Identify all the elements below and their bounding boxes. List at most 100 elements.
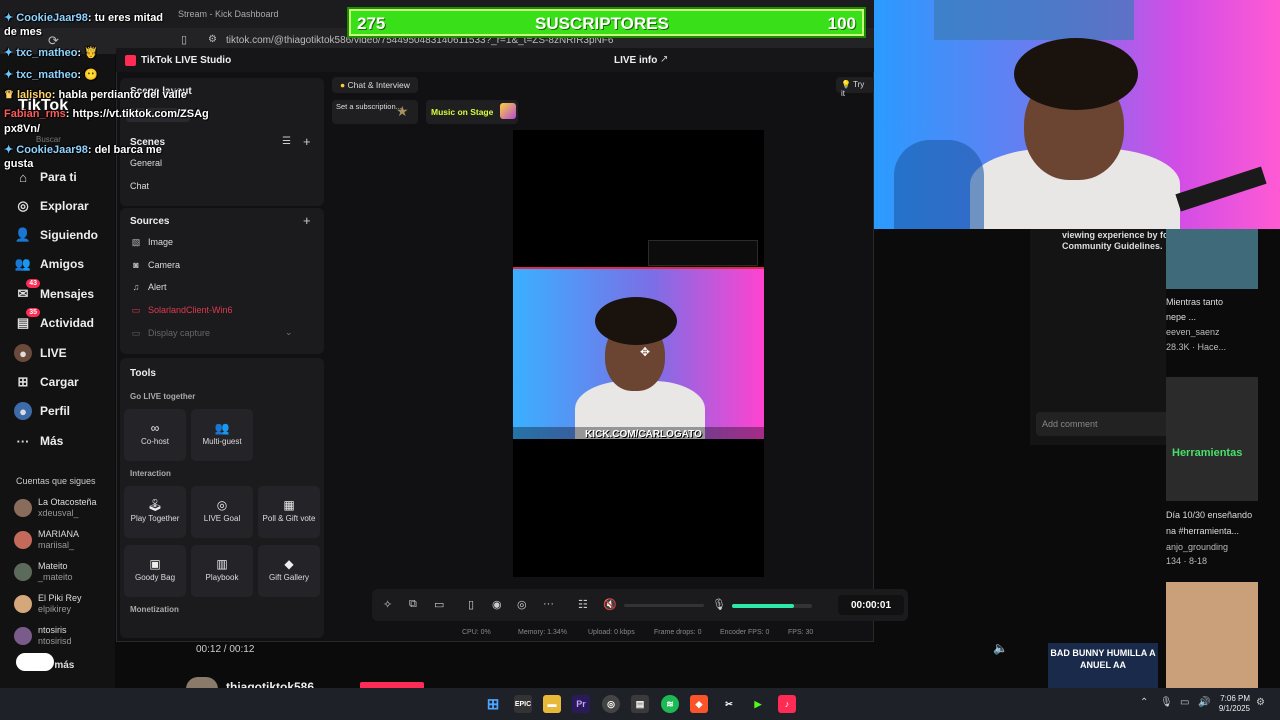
nav-mensajes[interactable]: ✉ 43 Mensajes: [14, 279, 94, 303]
multiguest-button[interactable]: 👥 Multi-guest: [191, 409, 253, 461]
nav-para-ti[interactable]: ⌂ Para ti: [14, 168, 77, 186]
chair: [894, 140, 984, 229]
chevron-down-icon[interactable]: ⌄: [285, 327, 293, 338]
toggle-pill[interactable]: [16, 653, 54, 671]
chat-interview-button[interactable]: ● Chat & Interview: [332, 77, 418, 93]
thumb-news[interactable]: BAD BUNNY HUMILLA A ANUEL AA: [1048, 643, 1158, 688]
video-time: 00:12 / 00:12: [196, 644, 255, 655]
spotify-icon[interactable]: ≋: [661, 695, 679, 713]
nav-live[interactable]: ● LIVE: [14, 344, 67, 362]
kick-icon[interactable]: ▶: [749, 695, 767, 713]
source-image[interactable]: ▧ Image: [131, 237, 173, 248]
rec-author[interactable]: anjo_grounding: [1166, 542, 1228, 552]
share-icon[interactable]: ↗: [660, 54, 668, 65]
nav-actividad[interactable]: ▤ 35 Actividad: [14, 308, 94, 332]
avatar: [14, 531, 32, 549]
subs-goal: 100: [827, 14, 856, 33]
live-info-button[interactable]: LIVE info: [614, 55, 657, 66]
file-explorer-icon[interactable]: ▬: [543, 695, 561, 713]
play-together-button[interactable]: 🕹 Play Together: [124, 486, 186, 538]
rec-title[interactable]: Mientras tanto: [1166, 297, 1223, 307]
scene-chat[interactable]: Chat: [130, 181, 149, 191]
following-item[interactable]: La Otacosteña xdeusval_: [14, 497, 97, 519]
obs-icon[interactable]: ◎: [602, 695, 620, 713]
tray-monitor-icon[interactable]: ▭: [1180, 697, 1189, 708]
gift-gallery-button[interactable]: ◆ Gift Gallery: [258, 545, 320, 597]
nav-perfil[interactable]: ● Perfil: [14, 402, 70, 420]
nav-cargar[interactable]: ⊞ Cargar: [14, 373, 79, 391]
rec-title-2: na #herramienta...: [1166, 526, 1240, 536]
poll-icon: ▦: [283, 498, 295, 512]
chat-message: ✦ CookieJaar98: tu eres mitad: [4, 12, 164, 24]
following-item[interactable]: Mateito _mateito: [14, 561, 73, 583]
start-icon[interactable]: ⊞: [484, 695, 502, 713]
chat-message-cont: de mes: [4, 26, 42, 38]
window-icon: ▭: [131, 304, 141, 315]
goody-bag-button[interactable]: ▣ Goody Bag: [124, 545, 186, 597]
mute-icon[interactable]: 🔈: [993, 641, 1008, 655]
source-camera[interactable]: ◙ Camera: [131, 260, 180, 270]
nav-amigos[interactable]: 👥 Amigos: [14, 255, 84, 273]
brave-icon[interactable]: ◆: [690, 695, 708, 713]
screen-icon[interactable]: ▭: [434, 598, 444, 611]
recommendation-thumb[interactable]: [1166, 582, 1258, 688]
chat-message-cont: gusta: [4, 158, 34, 170]
stat-encoder-fps: Encoder FPS: 0: [720, 629, 770, 636]
nav-mas[interactable]: ··· Más: [14, 432, 64, 450]
live-goal-button[interactable]: ◎ LIVE Goal: [191, 486, 253, 538]
speaker-volume-slider[interactable]: [624, 604, 704, 607]
bell-icon: ♫: [132, 282, 140, 292]
epic-games-icon[interactable]: EPIC: [514, 695, 532, 713]
source-display-capture[interactable]: ▭ Display capture: [131, 328, 210, 339]
more-options-icon[interactable]: ···: [543, 598, 554, 610]
phone-icon[interactable]: ▯: [468, 598, 474, 611]
scene-list-icon[interactable]: ☰: [282, 136, 291, 147]
notepad-icon[interactable]: ▤: [631, 695, 649, 713]
layers-icon[interactable]: ⧉: [409, 598, 417, 611]
add-scene-icon[interactable]: +: [303, 134, 311, 149]
chat-badge-icon: ✦: [4, 12, 14, 24]
following-item[interactable]: MARIANA mariisal_: [14, 529, 79, 551]
add-source-icon[interactable]: +: [303, 213, 311, 228]
try-it-button[interactable]: 💡 Try it: [836, 77, 874, 98]
chat-message: ✦ txc_matheo: 😶: [4, 69, 98, 81]
source-window[interactable]: ▭ SolarlandClient-Win6: [131, 304, 233, 316]
site-info-icon[interactable]: ⚙: [208, 34, 217, 45]
notification-icon[interactable]: ⚙: [1256, 697, 1265, 708]
nav-explorar[interactable]: ◎ Explorar: [14, 197, 88, 215]
source-alert[interactable]: ♫ Alert: [131, 282, 167, 292]
recommendation-thumb[interactable]: [1166, 377, 1258, 501]
tray-chevron-icon[interactable]: ⌃: [1140, 697, 1148, 708]
go-live-together-label: Go LIVE together: [130, 392, 196, 401]
person-hair: [595, 297, 677, 345]
scene-general[interactable]: General: [130, 158, 162, 168]
mic-volume-slider[interactable]: [732, 604, 812, 608]
subs-label: SUSCRIPTORES: [535, 14, 669, 33]
camera-preview[interactable]: KICK.COM/CARLOGATO: [513, 267, 764, 439]
record-icon[interactable]: ◉: [492, 598, 502, 611]
cohost-button[interactable]: ∞ Co-host: [124, 409, 186, 461]
tray-time[interactable]: 7:06 PM 9/1/2025: [1218, 694, 1250, 714]
camera-ring-icon[interactable]: ◎: [517, 598, 527, 611]
microphone-icon[interactable]: 🎙: [712, 598, 726, 611]
recommendation-thumb[interactable]: [1166, 229, 1258, 289]
rec-author[interactable]: eeven_saenz: [1166, 327, 1220, 337]
poll-gift-button[interactable]: ▦ Poll & Gift vote: [258, 486, 320, 538]
nav-siguiendo[interactable]: 👤 Siguiendo: [14, 226, 98, 244]
following-item[interactable]: El Piki Rey elpikirey: [14, 593, 82, 615]
capcut-icon[interactable]: ✂: [720, 695, 738, 713]
rec-title[interactable]: Día 10/30 enseñando: [1166, 510, 1252, 520]
avatar: [14, 627, 32, 645]
tiktok-studio-icon[interactable]: ♪: [778, 695, 796, 713]
tray-mic-icon[interactable]: 🎙: [1160, 697, 1173, 708]
speaker-muted-icon[interactable]: 🔇: [603, 598, 617, 611]
person-hair: [1014, 38, 1138, 110]
premiere-icon[interactable]: Pr: [572, 695, 590, 713]
copy-icon[interactable]: ▯: [181, 33, 187, 46]
tray-volume-icon[interactable]: 🔊: [1198, 697, 1210, 708]
browser-tab[interactable]: Stream - Kick Dashboard: [170, 4, 340, 24]
playbook-button[interactable]: ▥ Playbook: [191, 545, 253, 597]
magic-wand-icon[interactable]: ✧: [383, 598, 392, 611]
settings-sliders-icon[interactable]: ☷: [578, 598, 588, 611]
following-item[interactable]: ntosiris ntosirisd: [14, 625, 72, 647]
